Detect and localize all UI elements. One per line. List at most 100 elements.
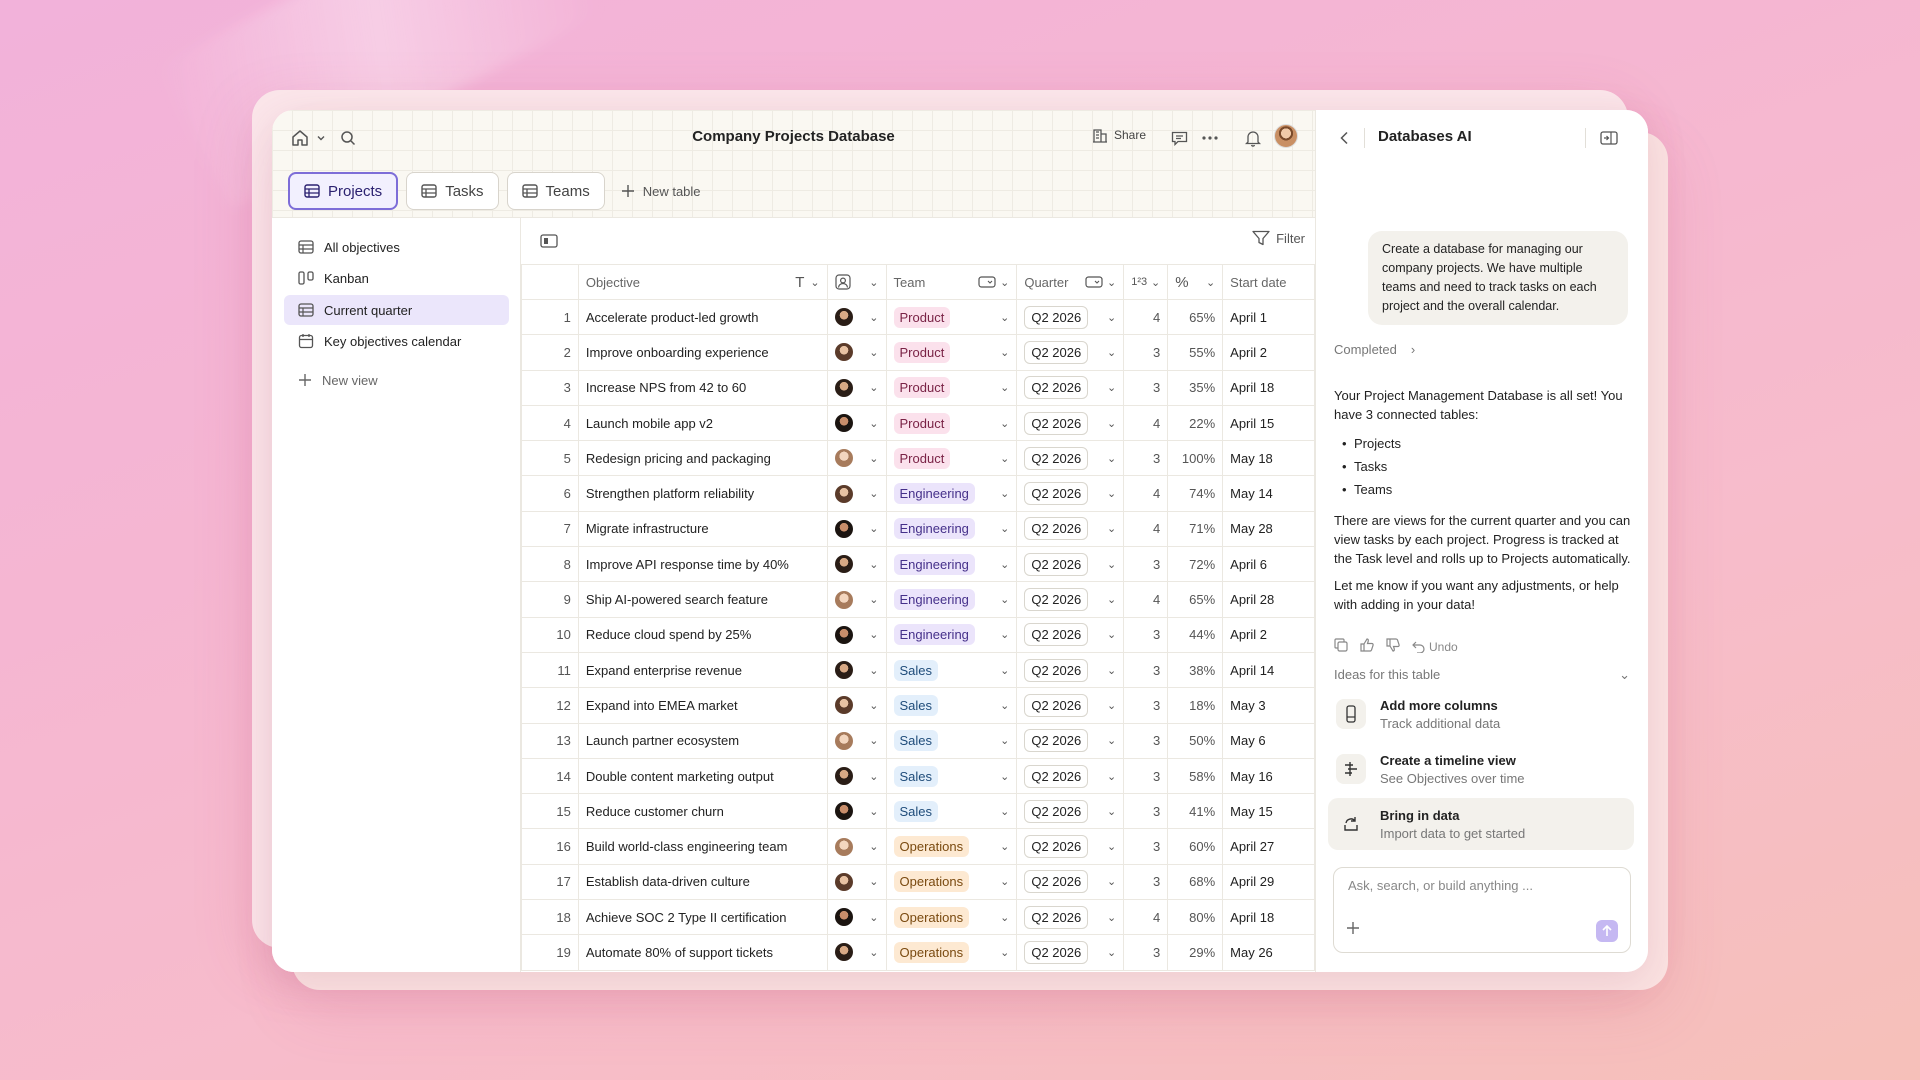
chevron-down-icon[interactable]: ⌄ <box>1206 276 1215 289</box>
chevron-down-icon[interactable]: ⌄ <box>1107 558 1116 571</box>
team-cell[interactable]: Operations ⌄ <box>885 899 1018 936</box>
quarter-cell[interactable]: Q2 2026 ⌄ <box>1016 298 1125 336</box>
chevron-down-icon[interactable]: ⌄ <box>1000 770 1009 783</box>
start-date-cell[interactable]: May 15 <box>1222 793 1315 830</box>
column-header-objective[interactable]: Objective T ⌄ <box>577 264 828 300</box>
objective-cell[interactable]: Launch partner ecosystem <box>577 722 828 759</box>
more-icon[interactable] <box>1200 128 1220 148</box>
start-date-cell[interactable]: May 14 <box>1222 475 1315 512</box>
chevron-down-icon[interactable]: ⌄ <box>1107 522 1116 535</box>
chevron-down-icon[interactable]: ⌄ <box>1151 276 1160 289</box>
quarter-cell[interactable]: Q2 2026 ⌄ <box>1016 828 1125 865</box>
objective-cell[interactable]: Expand enterprise revenue <box>577 651 828 689</box>
team-cell[interactable]: Sales ⌄ <box>885 793 1018 830</box>
chevron-down-icon[interactable]: ⌄ <box>869 770 878 783</box>
chevron-down-icon[interactable]: ⌄ <box>1000 840 1009 853</box>
owner-cell[interactable]: ⌄ <box>826 757 887 795</box>
quarter-cell[interactable]: Q2 2026 ⌄ <box>1016 687 1125 724</box>
count-cell[interactable]: 4 <box>1123 581 1169 618</box>
progress-cell[interactable]: 22% <box>1167 404 1224 442</box>
undo-button[interactable]: Undo <box>1412 640 1458 654</box>
chevron-down-icon[interactable]: ⌄ <box>1107 875 1116 888</box>
quarter-cell[interactable]: Q2 2026 ⌄ <box>1016 404 1125 442</box>
table-row[interactable]: 18 Achieve SOC 2 Type II certification ⌄ Op… <box>521 899 1315 936</box>
sidebar-item-kanban[interactable]: Kanban <box>284 263 509 293</box>
owner-cell[interactable]: ⌄ <box>826 440 887 477</box>
team-cell[interactable]: Product ⌄ <box>885 334 1018 371</box>
team-cell[interactable]: Sales ⌄ <box>885 687 1018 724</box>
quarter-cell[interactable]: Q2 2026 ⌄ <box>1016 757 1125 795</box>
table-row[interactable]: 6 Strengthen platform reliability ⌄ Enginee… <box>521 475 1315 512</box>
chevron-down-icon[interactable]: ⌄ <box>869 311 878 324</box>
tab-teams[interactable]: Teams <box>506 172 605 210</box>
objective-cell[interactable]: Build world-class engineering team <box>577 828 828 865</box>
count-cell[interactable]: 3 <box>1123 651 1169 689</box>
team-cell[interactable]: Engineering ⌄ <box>885 581 1018 618</box>
table-row[interactable]: 17 Establish data-driven culture ⌄ Operatio… <box>521 863 1315 901</box>
team-cell[interactable]: Product ⌄ <box>885 298 1018 336</box>
progress-cell[interactable]: 60% <box>1167 828 1224 865</box>
chevron-down-icon[interactable]: ⌄ <box>1107 417 1116 430</box>
count-cell[interactable]: 3 <box>1123 369 1169 406</box>
chevron-down-icon[interactable]: ⌄ <box>869 734 878 747</box>
table-row[interactable]: 13 Launch partner ecosystem ⌄ Sales ⌄ Q2 2026… <box>521 722 1315 759</box>
team-cell[interactable]: Engineering ⌄ <box>885 616 1018 653</box>
sidebar-item-all-objectives[interactable]: All objectives <box>284 232 509 262</box>
attach-plus-icon[interactable] <box>1346 921 1360 940</box>
chevron-down-icon[interactable]: ⌄ <box>869 558 878 571</box>
team-cell[interactable]: Sales ⌄ <box>885 757 1018 795</box>
column-header-progress[interactable]: % ⌄ <box>1167 264 1224 300</box>
chevron-down-icon[interactable]: ⌄ <box>1107 840 1116 853</box>
count-cell[interactable]: 4 <box>1123 404 1169 442</box>
progress-cell[interactable]: 71% <box>1167 510 1224 548</box>
count-cell[interactable]: 3 <box>1123 722 1169 759</box>
column-header-quarter[interactable]: Quarter ⌄ <box>1016 264 1125 300</box>
count-cell[interactable]: 4 <box>1123 475 1169 512</box>
chevron-down-icon[interactable]: ⌄ <box>869 452 878 465</box>
quarter-cell[interactable]: Q2 2026 ⌄ <box>1016 546 1125 583</box>
chevron-down-icon[interactable]: ⌄ <box>869 875 878 888</box>
table-row[interactable]: 19 Automate 80% of support tickets ⌄ Operat… <box>521 934 1315 971</box>
new-view-button[interactable]: New view <box>284 365 509 395</box>
start-date-cell[interactable]: April 6 <box>1222 546 1315 583</box>
progress-cell[interactable]: 50% <box>1167 722 1224 759</box>
chevron-down-icon[interactable]: ⌄ <box>1107 311 1116 324</box>
completed-toggle[interactable]: Completed › <box>1334 342 1415 357</box>
chevron-down-icon[interactable]: ⌄ <box>1000 734 1009 747</box>
start-date-cell[interactable]: April 15 <box>1222 404 1315 442</box>
objective-cell[interactable]: Double content marketing output <box>577 757 828 795</box>
count-cell[interactable]: 4 <box>1123 298 1169 336</box>
chevron-down-icon[interactable]: ⌄ <box>869 346 878 359</box>
owner-cell[interactable]: ⌄ <box>826 722 887 759</box>
table-row[interactable]: 5 Redesign pricing and packaging ⌄ Product ⌄… <box>521 440 1315 477</box>
filter-button[interactable]: Filter <box>1252 230 1305 246</box>
table-row[interactable]: 2 Improve onboarding experience ⌄ Product ⌄ Q… <box>521 334 1315 371</box>
send-button[interactable] <box>1596 920 1618 942</box>
collapse-panel-icon[interactable] <box>1598 128 1620 148</box>
objective-cell[interactable]: Achieve SOC 2 Type II certification <box>577 899 828 936</box>
objective-cell[interactable]: Accelerate product-led growth <box>577 298 828 336</box>
chevron-down-icon[interactable]: ⌄ <box>869 487 878 500</box>
share-button[interactable]: Share <box>1092 127 1146 143</box>
progress-cell[interactable]: 44% <box>1167 616 1224 653</box>
table-row[interactable]: 9 Ship AI-powered search feature ⌄ Engineer… <box>521 581 1315 618</box>
objective-cell[interactable]: Increase NPS from 42 to 60 <box>577 369 828 406</box>
sidebar-item-key-objectives-calendar[interactable]: Key objectives calendar <box>284 326 509 356</box>
table-row[interactable]: 15 Reduce customer churn ⌄ Sales ⌄ Q2 2026 ⌄ 3 4… <box>521 793 1315 830</box>
start-date-cell[interactable]: April 2 <box>1222 616 1315 653</box>
objective-cell[interactable]: Strengthen platform reliability <box>577 475 828 512</box>
start-date-cell[interactable]: April 1 <box>1222 298 1315 336</box>
start-date-cell[interactable]: April 29 <box>1222 863 1315 901</box>
chevron-down-icon[interactable]: ⌄ <box>1000 699 1009 712</box>
count-cell[interactable]: 3 <box>1123 616 1169 653</box>
count-cell[interactable]: 3 <box>1123 863 1169 901</box>
owner-cell[interactable]: ⌄ <box>826 793 887 830</box>
objective-cell[interactable]: Improve API response time by 40% <box>577 546 828 583</box>
owner-cell[interactable]: ⌄ <box>826 687 887 724</box>
idea-create-timeline-view[interactable]: Create a timeline view See Objectives ov… <box>1328 743 1634 795</box>
chevron-down-icon[interactable]: ⌄ <box>869 276 878 289</box>
progress-cell[interactable]: 68% <box>1167 863 1224 901</box>
owner-cell[interactable]: ⌄ <box>826 334 887 371</box>
chevron-down-icon[interactable]: ⌄ <box>1000 628 1009 641</box>
chevron-down-icon[interactable]: ⌄ <box>1000 452 1009 465</box>
